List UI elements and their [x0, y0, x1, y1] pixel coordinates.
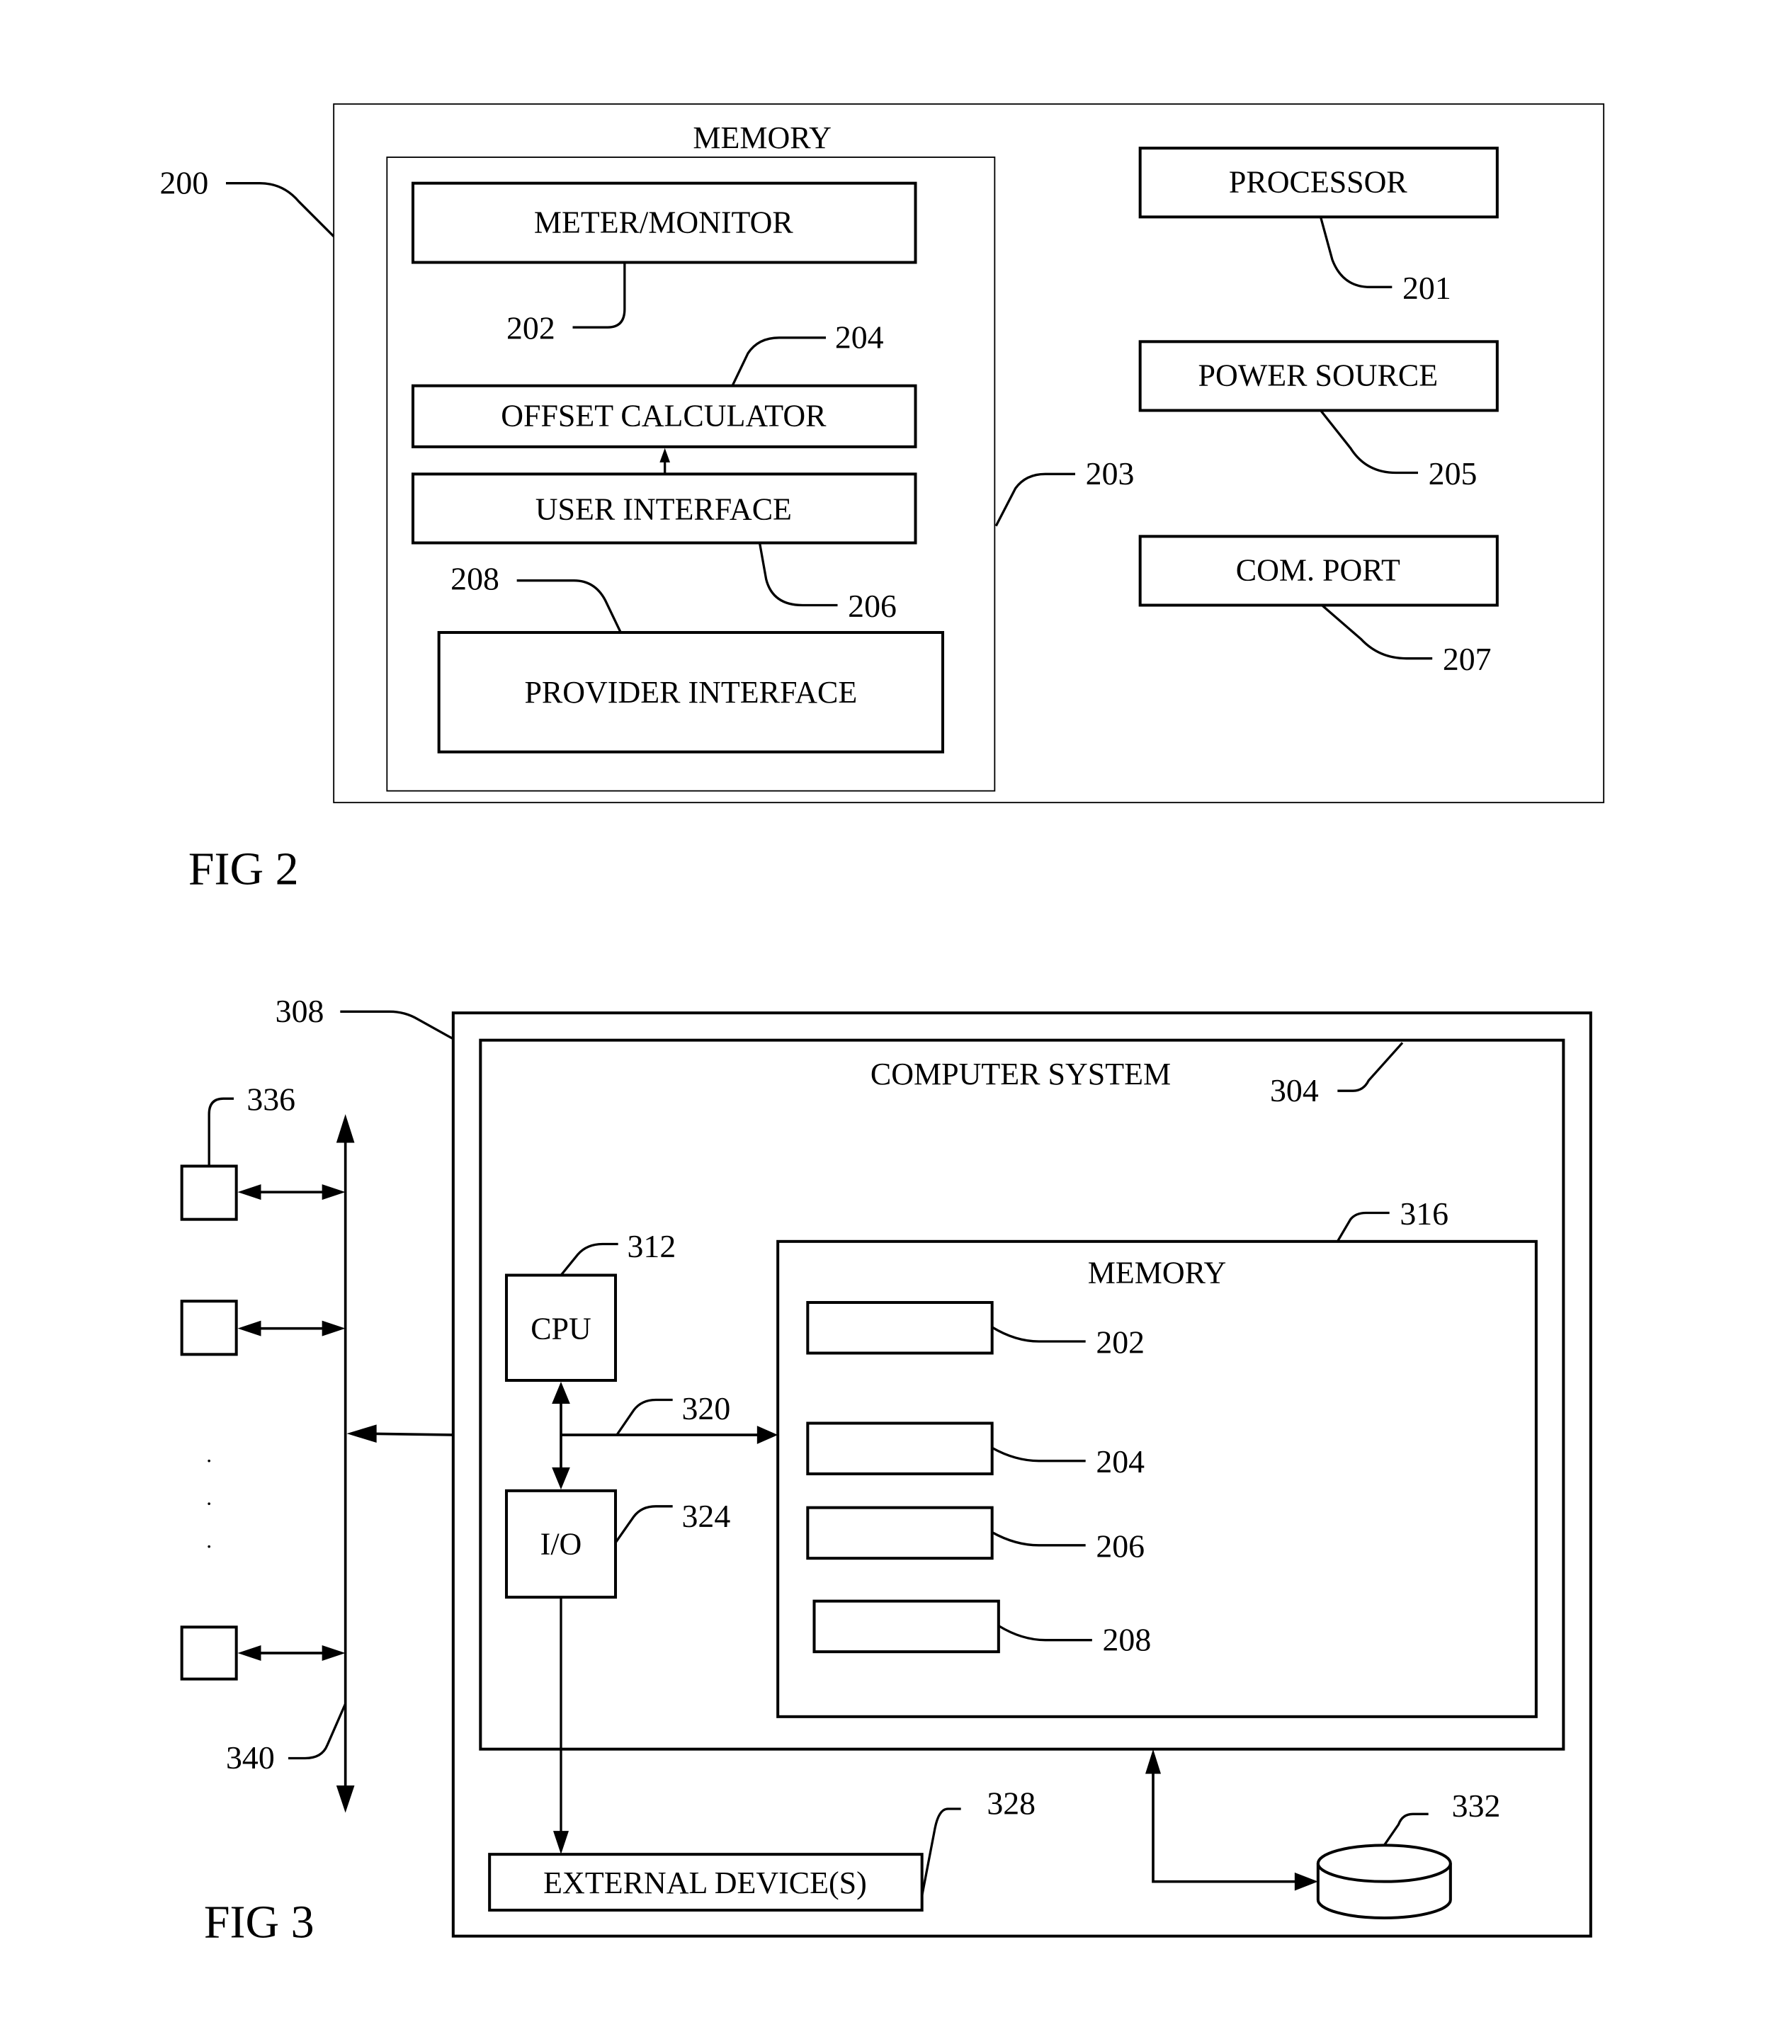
ref-208: 208 — [450, 561, 499, 597]
leader-200 — [226, 182, 335, 238]
ref-336: 336 — [246, 1081, 295, 1118]
ref-203: 203 — [1086, 455, 1135, 492]
memory-module-box — [806, 1506, 994, 1560]
power-source-label: POWER SOURCE — [1198, 358, 1439, 393]
memory-module-ref: 208 — [1103, 1621, 1152, 1657]
storage-cylinder-top — [1316, 1844, 1452, 1883]
ref-340: 340 — [226, 1739, 275, 1776]
user-interface-label: USER INTERFACE — [535, 492, 792, 527]
ref-308: 308 — [276, 993, 324, 1029]
fig3-caption: FIG 3 — [204, 1897, 314, 1948]
system-to-network-arrowhead — [346, 1424, 377, 1443]
ellipsis-dot — [208, 1502, 210, 1505]
fig3-memory-title: MEMORY — [1088, 1256, 1227, 1290]
io-label: I/O — [540, 1527, 582, 1562]
peripheral-right-arrowhead — [322, 1320, 346, 1336]
ref-206: 206 — [848, 588, 897, 624]
leader-202 — [572, 262, 626, 329]
user-interface-block: USER INTERFACE 206 — [411, 472, 917, 624]
fig2-memory-title: MEMORY — [693, 120, 832, 155]
peripheral-left-arrowhead — [237, 1184, 261, 1200]
leader-205 — [1320, 409, 1418, 475]
ellipsis-dot — [208, 1545, 210, 1548]
peripheral-right-arrowhead — [322, 1645, 346, 1661]
leader-208 — [516, 579, 622, 633]
memory-module-box — [812, 1599, 1000, 1654]
ref-304: 304 — [1270, 1072, 1319, 1108]
leader-204 — [731, 336, 826, 387]
peripheral-node — [180, 1300, 346, 1356]
processor-block: PROCESSOR 201 — [1138, 147, 1499, 306]
leader-206 — [758, 543, 838, 607]
peripheral-node — [180, 1625, 346, 1681]
leader-308 — [340, 1010, 454, 1040]
ref-328: 328 — [987, 1785, 1036, 1821]
provider-interface-label: PROVIDER INTERFACE — [524, 675, 857, 710]
leader-207 — [1321, 604, 1433, 660]
memory-module-box — [806, 1300, 994, 1355]
ref-201: 201 — [1402, 270, 1451, 306]
peripheral-box — [180, 1164, 238, 1221]
processor-label: PROCESSOR — [1229, 165, 1408, 200]
network-bus-down-arrowhead — [336, 1785, 355, 1813]
fig2: 200 MEMORY 203 METER/MONITOR 202 OFFSET … — [160, 103, 1605, 895]
peripheral-box — [180, 1300, 238, 1356]
leader-336 — [208, 1097, 234, 1166]
ref-207: 207 — [1443, 641, 1492, 677]
ref-205: 205 — [1429, 455, 1478, 492]
offset-calculator-block: OFFSET CALCULATOR 204 — [411, 319, 917, 448]
ref-320: 320 — [682, 1390, 731, 1426]
network-bus-up-arrowhead — [336, 1114, 355, 1143]
memory-module-ref: 206 — [1096, 1528, 1145, 1564]
cpu-label: CPU — [531, 1311, 591, 1346]
leader-340 — [288, 1703, 347, 1760]
external-devices-label: EXTERNAL DEVICE(S) — [543, 1866, 867, 1900]
fig2-caption: FIG 2 — [188, 844, 299, 895]
fig3: 308 COMPUTER SYSTEM 304 CPU 312 320 I/O … — [180, 993, 1592, 1948]
power-source-block: POWER SOURCE 205 — [1138, 340, 1499, 492]
peripheral-left-arrowhead — [237, 1320, 261, 1336]
ref-312: 312 — [628, 1228, 676, 1264]
peripheral-node: 336 — [180, 1081, 346, 1221]
leader-203 — [994, 472, 1075, 527]
peripheral-left-arrowhead — [237, 1645, 261, 1661]
ui-to-offset-arrowhead — [659, 448, 670, 462]
meter-monitor-label: METER/MONITOR — [534, 205, 794, 239]
memory-module-ref: 204 — [1096, 1443, 1145, 1480]
ref-204: 204 — [835, 319, 884, 356]
com-port-block: COM. PORT 207 — [1138, 535, 1499, 677]
com-port-label: COM. PORT — [1236, 553, 1400, 588]
peripheral-right-arrowhead — [322, 1184, 346, 1200]
system-to-network-line — [365, 1432, 453, 1436]
patent-figure-sheet: 200 MEMORY 203 METER/MONITOR 202 OFFSET … — [160, 103, 1605, 1948]
memory-module-box — [806, 1421, 994, 1476]
ref-316: 316 — [1400, 1196, 1448, 1232]
ellipsis-dot — [208, 1459, 210, 1463]
computer-system-title: COMPUTER SYSTEM — [871, 1057, 1171, 1091]
leader-201 — [1319, 216, 1393, 288]
ref-202: 202 — [506, 310, 555, 346]
ref-332: 332 — [1452, 1788, 1501, 1824]
offset-calculator-label: OFFSET CALCULATOR — [501, 399, 827, 433]
ref-200: 200 — [160, 164, 209, 200]
ref-324: 324 — [682, 1498, 731, 1534]
memory-module-ref: 202 — [1096, 1324, 1145, 1361]
peripheral-box — [180, 1625, 238, 1681]
